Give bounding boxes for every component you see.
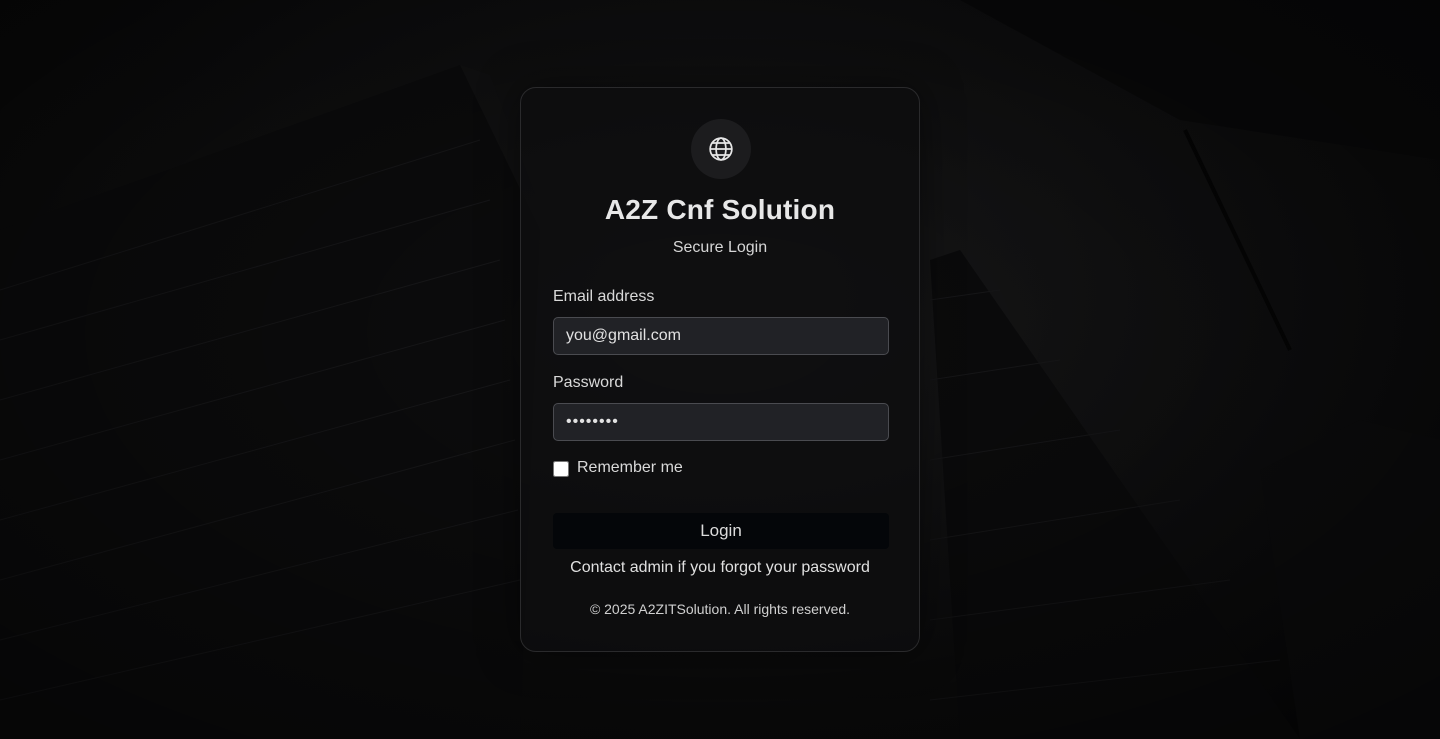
page-subtitle: Secure Login [672, 239, 768, 256]
login-card: A2Z Cnf Solution Secure Login Email addr… [520, 87, 920, 652]
globe-icon [709, 137, 733, 161]
email-label: Email address [553, 288, 655, 305]
remember-me-checkbox[interactable] [553, 461, 569, 477]
app-title: A2Z Cnf Solution [604, 194, 836, 225]
copyright-text: © 2025 A2ZITSolution. All rights reserve… [589, 601, 851, 617]
email-field[interactable] [553, 317, 889, 355]
forgot-password-note: Contact admin if you forgot your passwor… [570, 559, 870, 576]
password-label: Password [553, 374, 624, 391]
login-button[interactable]: Login [553, 513, 889, 549]
logo-badge [691, 119, 751, 179]
remember-me-label[interactable]: Remember me [577, 459, 683, 477]
password-field[interactable] [553, 403, 889, 441]
